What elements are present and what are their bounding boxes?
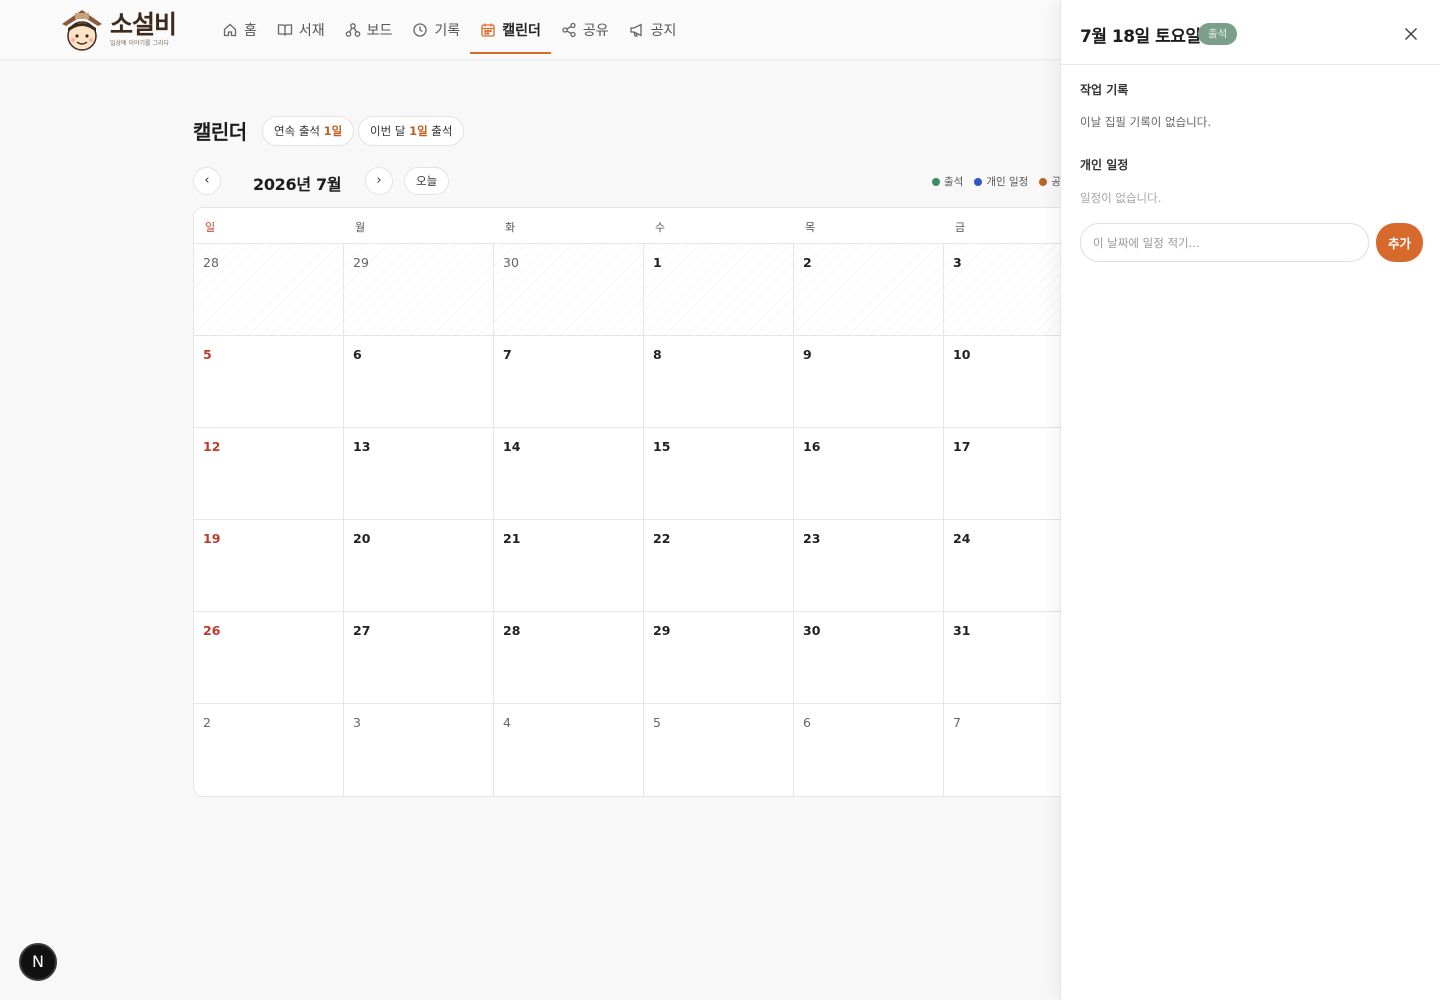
calendar-day-cell[interactable]: 23	[794, 520, 944, 612]
nav-label-calendar: 캘린더	[502, 23, 541, 39]
active-tab-indicator	[470, 52, 551, 54]
nav-item-notice[interactable]: 공지	[619, 6, 687, 54]
legend-label-attendance: 출석	[944, 176, 964, 188]
nav-item-calendar[interactable]: 캘린더	[470, 6, 551, 54]
legend-dot-attendance	[932, 177, 940, 186]
nav-item-records[interactable]: 기록	[402, 6, 470, 54]
calendar-day-cell[interactable]: 2	[194, 704, 344, 796]
megaphone-icon	[629, 23, 642, 37]
legend-third: 공	[1039, 174, 1061, 189]
page-title: 캘린더	[193, 120, 247, 144]
streak-prefix: 연속 출석	[274, 124, 324, 138]
calendar-day-cell[interactable]: 7	[494, 336, 644, 428]
prev-month-button[interactable]: ‹	[193, 167, 221, 195]
calendar-day-cell[interactable]: 6	[794, 704, 944, 796]
attendance-status-badge: 출석	[1198, 23, 1238, 45]
calendar-day-cell[interactable]: 28	[194, 244, 344, 336]
calendar-day-cell[interactable]: 20	[344, 520, 494, 612]
nav-label-records: 기록	[434, 23, 461, 39]
clock-icon	[413, 23, 428, 37]
legend-attendance: 출석	[932, 174, 963, 189]
calendar-day-cell[interactable]: 9	[794, 336, 944, 428]
calendar-day-cell[interactable]: 4	[494, 704, 644, 796]
streak-value: 1일	[323, 124, 343, 138]
work-log-heading: 작업 기록	[1080, 83, 1129, 97]
calendar-day-cell[interactable]: 13	[344, 428, 494, 520]
calendar-day-cell[interactable]: 27	[344, 612, 494, 704]
calendar-day-cell[interactable]: 26	[194, 612, 344, 704]
next-month-button[interactable]: ›	[365, 167, 393, 195]
share-icon	[562, 22, 576, 38]
calendar-day-cell[interactable]: 8	[644, 336, 794, 428]
month-suffix: 출석	[427, 124, 453, 138]
calendar-day-cell[interactable]: 12	[194, 428, 344, 520]
nav-label-notice: 공지	[650, 23, 677, 39]
app-logo[interactable]: 소설비 일상에 이야기를 그리다	[58, 6, 188, 54]
monthly-attendance-badge: 이번 달 1일 출석	[358, 116, 465, 146]
panel-header: 7월 18일 토요일 출석	[1061, 0, 1440, 65]
nav-label-home: 홈	[244, 23, 257, 39]
legend-dot-personal	[974, 177, 983, 186]
nav-label-share: 공유	[582, 23, 609, 39]
calendar-day-cell[interactable]: 19	[194, 520, 344, 612]
streak-badge: 연속 출석 1일	[262, 116, 355, 146]
calendar-icon	[481, 23, 495, 37]
calendar-day-cell[interactable]: 28	[494, 612, 644, 704]
nav-item-library[interactable]: 서재	[267, 6, 335, 54]
personal-schedule-heading: 개인 일정	[1080, 158, 1129, 172]
calendar-day-cell[interactable]: 30	[794, 612, 944, 704]
nav-item-home[interactable]: 홈	[212, 6, 267, 54]
calendar-day-cell[interactable]: 6	[344, 336, 494, 428]
schedule-input[interactable]	[1080, 223, 1369, 262]
board-icon	[345, 23, 361, 37]
calendar-day-cell[interactable]: 5	[194, 336, 344, 428]
legend-dot-third	[1039, 177, 1048, 186]
home-icon	[223, 23, 237, 37]
weekday-header: 일	[205, 221, 216, 234]
weekday-header: 수	[655, 221, 666, 234]
work-log-empty-text: 이날 집필 기록이 없습니다.	[1080, 115, 1212, 129]
calendar-day-cell[interactable]: 3	[344, 704, 494, 796]
legend-personal-schedule: 개인 일정	[974, 174, 1028, 189]
calendar-day-cell[interactable]: 15	[644, 428, 794, 520]
panel-date-title: 7월 18일 토요일	[1080, 27, 1201, 47]
calendar-day-cell[interactable]: 1	[644, 244, 794, 336]
month-prefix: 이번 달	[370, 124, 410, 138]
logo-subtitle: 일상에 이야기를 그리다	[110, 40, 170, 47]
month-label: 2026년 7월	[253, 175, 342, 194]
calendar-day-cell[interactable]: 29	[344, 244, 494, 336]
nextjs-dev-badge[interactable]: N	[19, 943, 57, 981]
calendar-day-cell[interactable]: 22	[644, 520, 794, 612]
add-schedule-button[interactable]: 추가	[1376, 223, 1423, 262]
calendar-day-cell[interactable]: 2	[794, 244, 944, 336]
nav-label-library: 서재	[298, 23, 325, 39]
mascot-logo-icon	[62, 10, 102, 51]
nav-item-board[interactable]: 보드	[335, 6, 403, 54]
calendar-day-cell[interactable]: 30	[494, 244, 644, 336]
today-button[interactable]: 오늘	[404, 167, 450, 195]
weekday-header: 목	[805, 221, 816, 234]
calendar-day-cell[interactable]: 14	[494, 428, 644, 520]
day-detail-panel: 7월 18일 토요일 출석 작업 기록 이날 집필 기록이 없습니다. 개인 일…	[1060, 0, 1440, 1000]
weekday-header: 월	[355, 221, 366, 234]
calendar-day-cell[interactable]: 5	[644, 704, 794, 796]
book-icon	[277, 24, 293, 36]
calendar-legend: 출석 개인 일정 공	[932, 174, 1072, 189]
nav-label-board: 보드	[366, 23, 393, 39]
month-attendance-value: 1일	[409, 124, 428, 138]
calendar-day-cell[interactable]: 16	[794, 428, 944, 520]
calendar-day-cell[interactable]: 29	[644, 612, 794, 704]
close-icon[interactable]	[1403, 26, 1419, 42]
nav-item-share[interactable]: 공유	[551, 6, 619, 54]
legend-label-personal: 개인 일정	[986, 176, 1029, 188]
weekday-header: 화	[505, 221, 516, 234]
logo-title: 소설비	[110, 10, 177, 39]
main-nav: 홈 서재 보드 기록 캘린더 공유 공지	[212, 0, 686, 60]
schedule-empty-text: 일정이 없습니다.	[1080, 191, 1162, 205]
calendar-day-cell[interactable]: 21	[494, 520, 644, 612]
